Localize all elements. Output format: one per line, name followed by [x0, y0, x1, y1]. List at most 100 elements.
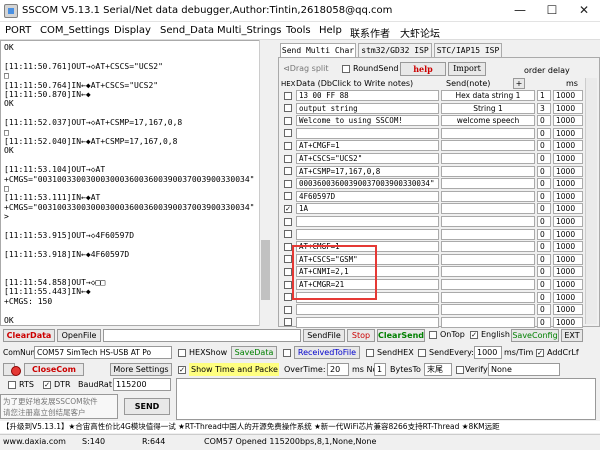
row-data-cell[interactable] — [296, 228, 439, 240]
row-data-cell[interactable]: 00036003600390037003900330034" — [296, 178, 439, 190]
row-hex-checkbox[interactable] — [284, 129, 292, 138]
row-hex-checkbox[interactable] — [284, 91, 292, 100]
row-order-cell[interactable]: 0 — [537, 190, 551, 202]
row-hex-checkbox[interactable] — [284, 217, 292, 226]
row-send-button[interactable] — [441, 279, 535, 290]
row-order-cell[interactable]: 0 — [537, 115, 551, 127]
send-every-input[interactable]: 1000 — [474, 346, 502, 359]
row-delay-cell[interactable]: 1000 — [553, 190, 583, 202]
add-row-button[interactable]: + — [513, 78, 525, 89]
stop-button[interactable]: Stop — [347, 329, 375, 342]
row-delay-cell[interactable]: 1000 — [553, 266, 583, 278]
row-send-button[interactable] — [441, 316, 535, 328]
menu-tools[interactable]: Tools — [286, 25, 311, 36]
save-data-button[interactable]: SaveData — [231, 346, 277, 359]
file-path-input[interactable] — [103, 329, 301, 342]
row-send-button[interactable] — [441, 253, 535, 265]
row-data-cell[interactable]: 4F60597D — [296, 190, 439, 202]
row-delay-cell[interactable]: 1000 — [553, 178, 583, 190]
menu-forum[interactable]: 大虾论坛 — [400, 25, 440, 40]
row-delay-cell[interactable]: 1000 — [553, 316, 583, 328]
row-delay-cell[interactable]: 1000 — [553, 291, 583, 303]
row-delay-cell[interactable]: 1000 — [553, 90, 583, 101]
row-hex-checkbox[interactable] — [284, 167, 292, 176]
no-input[interactable]: 1 — [374, 363, 386, 376]
row-delay-cell[interactable]: 1000 — [553, 304, 583, 316]
row-order-cell[interactable]: 0 — [537, 203, 551, 215]
row-send-button[interactable]: Hex data string 1 — [441, 90, 535, 101]
row-data-cell[interactable]: 13 00 FF 88 — [296, 90, 439, 101]
send-button[interactable]: SEND — [124, 398, 170, 415]
row-delay-cell[interactable]: 1000 — [553, 216, 583, 227]
row-delay-cell[interactable]: 1000 — [553, 115, 583, 127]
drag-split-handle[interactable]: ⊲Drag split — [283, 64, 329, 73]
row-delay-cell[interactable]: 1000 — [553, 102, 583, 114]
row-data-cell[interactable]: Welcome to using SSCOM! — [296, 115, 439, 127]
on-top-checkbox[interactable] — [429, 331, 437, 339]
row-data-cell[interactable]: output string — [296, 102, 439, 114]
row-send-button[interactable] — [441, 241, 535, 253]
row-hex-checkbox[interactable] — [284, 242, 292, 251]
verify-select[interactable]: None — [488, 363, 560, 376]
row-send-button[interactable] — [441, 216, 535, 227]
verify-checkbox[interactable] — [456, 366, 464, 374]
send-text-input[interactable] — [176, 378, 596, 420]
import-button[interactable]: Import — [448, 62, 486, 76]
row-order-cell[interactable]: 0 — [537, 127, 551, 139]
close-button[interactable]: ✕ — [568, 0, 600, 21]
row-hex-checkbox[interactable] — [284, 192, 292, 201]
table-scrollbar[interactable] — [585, 78, 597, 324]
row-send-button[interactable] — [441, 165, 535, 177]
row-data-cell[interactable]: AT+CMGF=1 — [296, 140, 439, 152]
more-settings-button[interactable]: More Settings — [110, 363, 172, 376]
row-hex-checkbox[interactable]: ✓ — [284, 204, 292, 213]
row-send-button[interactable] — [441, 190, 535, 202]
row-order-cell[interactable]: 0 — [537, 216, 551, 227]
open-file-button[interactable]: OpenFile — [57, 329, 101, 342]
row-data-cell[interactable] — [296, 316, 439, 328]
row-order-cell[interactable]: 0 — [537, 304, 551, 316]
row-order-cell[interactable]: 0 — [537, 153, 551, 164]
row-order-cell[interactable]: 0 — [537, 316, 551, 328]
clear-send-button[interactable]: ClearSend — [377, 329, 425, 342]
menu-com-settings[interactable]: COM_Settings — [40, 25, 110, 36]
news-ticker[interactable]: 【升级到V5.13.1】★合宙高性价比4G模块值得一试 ★RT-Thread中国… — [0, 421, 600, 433]
row-hex-checkbox[interactable] — [284, 255, 292, 264]
row-hex-checkbox[interactable] — [284, 305, 292, 314]
maximize-button[interactable]: ☐ — [536, 0, 568, 21]
row-hex-checkbox[interactable] — [284, 179, 292, 188]
help-button[interactable]: help — [400, 62, 446, 76]
row-data-cell[interactable] — [296, 216, 439, 227]
row-order-cell[interactable]: 1 — [537, 90, 551, 101]
tab-stm32-isp[interactable]: stm32/GD32 ISP — [358, 43, 432, 57]
menu-send-data[interactable]: Send_Data — [160, 25, 214, 36]
row-delay-cell[interactable]: 1000 — [553, 153, 583, 164]
send-file-button[interactable]: SendFile — [303, 329, 345, 342]
row-order-cell[interactable]: 0 — [537, 241, 551, 253]
row-data-cell[interactable]: AT+CSMP=17,167,0,8 — [296, 165, 439, 177]
send-every-checkbox[interactable] — [418, 349, 426, 357]
tail-select[interactable]: 末尾 — [424, 363, 452, 376]
row-hex-checkbox[interactable] — [284, 116, 292, 125]
english-checkbox[interactable]: ✓ — [470, 331, 478, 339]
row-order-cell[interactable]: 0 — [537, 291, 551, 303]
menu-port[interactable]: PORT — [5, 25, 31, 36]
row-send-button[interactable]: String 1 — [441, 102, 535, 114]
row-order-cell[interactable]: 0 — [537, 140, 551, 152]
row-order-cell[interactable]: 0 — [537, 228, 551, 240]
row-send-button[interactable] — [441, 304, 535, 316]
dtr-checkbox[interactable]: ✓ — [43, 381, 51, 389]
row-data-cell[interactable]: AT+CSCS="UCS2" — [296, 153, 439, 164]
row-order-cell[interactable]: 0 — [537, 165, 551, 177]
row-send-button[interactable] — [441, 228, 535, 240]
row-order-cell[interactable]: 0 — [537, 178, 551, 190]
baud-rate-select[interactable]: 115200 — [113, 378, 171, 391]
menu-display[interactable]: Display — [114, 25, 151, 36]
row-send-button[interactable]: welcome speech — [441, 115, 535, 127]
row-send-button[interactable] — [441, 178, 535, 190]
row-data-cell[interactable] — [296, 304, 439, 316]
show-time-checkbox[interactable]: ✓ — [178, 366, 186, 374]
row-data-cell[interactable] — [296, 127, 439, 139]
row-delay-cell[interactable]: 1000 — [553, 127, 583, 139]
received-to-file-checkbox[interactable] — [283, 349, 291, 357]
